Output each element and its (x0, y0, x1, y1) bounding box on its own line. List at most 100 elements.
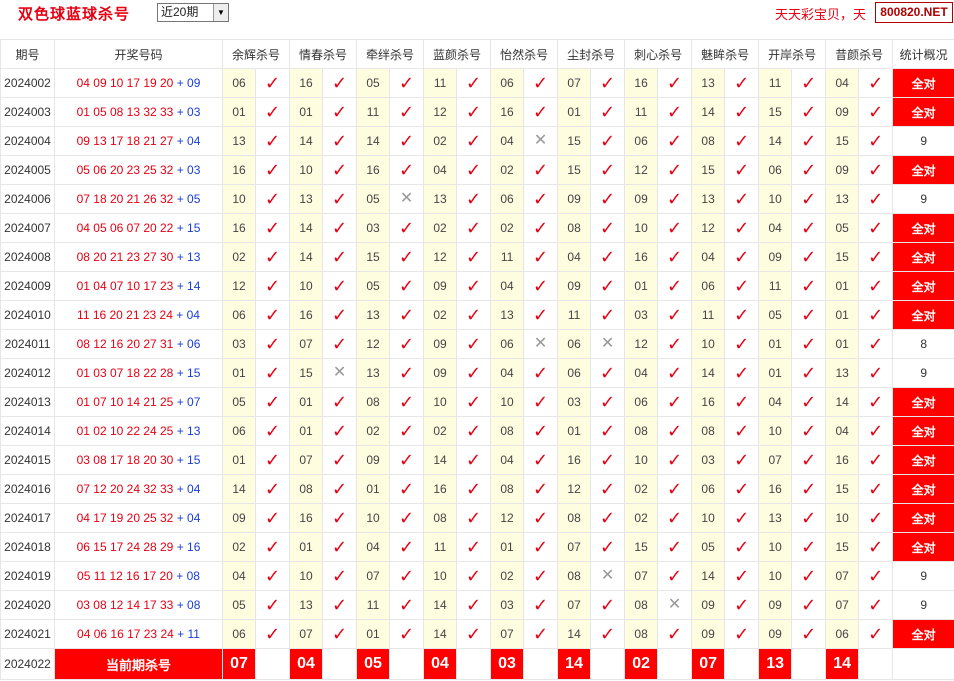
kill-number: 10 (758, 561, 793, 591)
kill-number: 01 (222, 97, 256, 127)
result-mark: ✓ (657, 416, 693, 446)
kill-number: 07 (825, 590, 860, 620)
check-icon: ✓ (331, 188, 348, 209)
blue-ball: 16 (187, 540, 201, 554)
check-icon: ✓ (801, 623, 817, 644)
kill-number: 14 (289, 213, 324, 243)
brand-text[interactable]: 天天彩宝贝，天 (775, 4, 866, 23)
check-icon: ✓ (734, 420, 750, 441)
current-label: 当前期杀号 (54, 648, 223, 680)
prediction-number: 04 (289, 648, 324, 680)
red-balls: 01 04 07 10 17 23 (76, 279, 174, 293)
kill-number: 09 (691, 590, 726, 620)
kill-number: 13 (825, 184, 860, 214)
col-draw: 开奖号码 (54, 39, 223, 69)
check-icon: ✓ (466, 217, 482, 238)
check-icon: ✓ (398, 217, 415, 238)
kill-number: 03 (490, 590, 525, 620)
check-icon: ✓ (600, 594, 616, 615)
result-mark: ✓ (456, 387, 492, 417)
kill-number: 12 (490, 503, 525, 533)
cross-icon: ✕ (667, 596, 682, 613)
kill-number: 04 (490, 126, 525, 156)
kill-number: 05 (356, 271, 391, 301)
result-mark: ✓ (858, 503, 894, 533)
kill-number: 04 (356, 532, 391, 562)
check-icon: ✓ (331, 623, 348, 644)
prediction-number: 14 (825, 648, 860, 680)
kill-number: 14 (222, 474, 256, 504)
col-expert: 刺心杀号 (624, 39, 693, 69)
kill-number: 06 (557, 329, 592, 359)
result-mark: ✓ (858, 213, 894, 243)
period-cell: 2024006 (0, 184, 55, 214)
table-row: 2024015 03 08 17 18 20 30 + 15 01 ✓ 07 ✓ 09 ✓ 14… (0, 445, 954, 475)
kill-number: 14 (423, 590, 458, 620)
result-mark: ✓ (254, 126, 291, 156)
result-mark: ✓ (523, 590, 559, 620)
check-icon: ✓ (398, 420, 415, 441)
result-mark: ✓ (590, 416, 626, 446)
check-icon: ✓ (533, 159, 549, 180)
kill-number: 11 (423, 68, 458, 98)
red-balls: 04 06 16 17 23 24 (77, 627, 174, 641)
period-cell: 2024018 (0, 532, 55, 562)
stat-cell: 全对 (892, 97, 954, 127)
result-mark: ✓ (389, 300, 425, 330)
kill-number: 14 (557, 619, 592, 649)
kill-number: 07 (624, 561, 659, 591)
check-icon: ✓ (533, 449, 549, 470)
stat-cell: 全对 (892, 213, 954, 243)
result-mark: ✓ (456, 590, 492, 620)
kill-number: 11 (758, 68, 793, 98)
result-mark: ✓ (724, 358, 760, 388)
result-mark: ✓ (322, 329, 358, 359)
blue-ball: 08 (186, 569, 200, 583)
empty-cell (791, 648, 827, 680)
check-icon: ✓ (466, 101, 482, 122)
check-icon: ✓ (734, 594, 750, 615)
period-select[interactable]: 近20期 ▼ (157, 3, 229, 22)
kill-number: 16 (624, 242, 659, 272)
result-mark: ✓ (523, 358, 559, 388)
result-mark: ✓ (389, 474, 425, 504)
period-select-value: 近20期 (161, 5, 199, 19)
kill-number: 10 (691, 503, 726, 533)
kill-number: 06 (490, 68, 525, 98)
check-icon: ✓ (264, 362, 281, 383)
stat-cell: 全对 (892, 387, 954, 417)
check-icon: ✓ (801, 362, 817, 383)
brand-box[interactable]: 800820.NET (875, 2, 953, 23)
draw-cell: 07 18 20 21 26 32 + 05 (54, 184, 223, 214)
cross-icon: ✕ (600, 567, 615, 584)
check-icon: ✓ (264, 536, 281, 557)
kill-number: 13 (222, 126, 256, 156)
result-mark: ✓ (254, 271, 291, 301)
kill-number: 07 (289, 619, 324, 649)
result-mark: ✓ (456, 329, 492, 359)
period-cell: 2024009 (0, 271, 55, 301)
result-mark: ✓ (657, 445, 693, 475)
result-mark: ✓ (456, 445, 492, 475)
kill-number: 08 (691, 416, 726, 446)
chevron-down-icon[interactable]: ▼ (213, 4, 228, 21)
kill-number: 01 (557, 97, 592, 127)
check-icon: ✓ (264, 391, 281, 412)
period-cell: 2024004 (0, 126, 55, 156)
check-icon: ✓ (600, 507, 616, 528)
result-mark: ✓ (858, 445, 894, 475)
kill-number: 15 (557, 126, 592, 156)
check-icon: ✓ (801, 507, 817, 528)
kill-number: 04 (825, 416, 860, 446)
kill-number: 01 (758, 358, 793, 388)
result-mark: ✓ (322, 184, 358, 214)
check-icon: ✓ (600, 159, 616, 180)
table-row: 2024014 01 02 10 22 24 25 + 13 06 ✓ 01 ✓ 02 ✓ 02… (0, 416, 954, 446)
result-mark: ✓ (389, 68, 425, 98)
kill-number: 08 (624, 619, 659, 649)
result-mark: ✓ (791, 242, 827, 272)
result-mark: ✓ (456, 68, 492, 98)
result-mark: ✓ (523, 242, 559, 272)
result-mark: ✓ (456, 155, 492, 185)
check-icon: ✓ (868, 362, 884, 383)
